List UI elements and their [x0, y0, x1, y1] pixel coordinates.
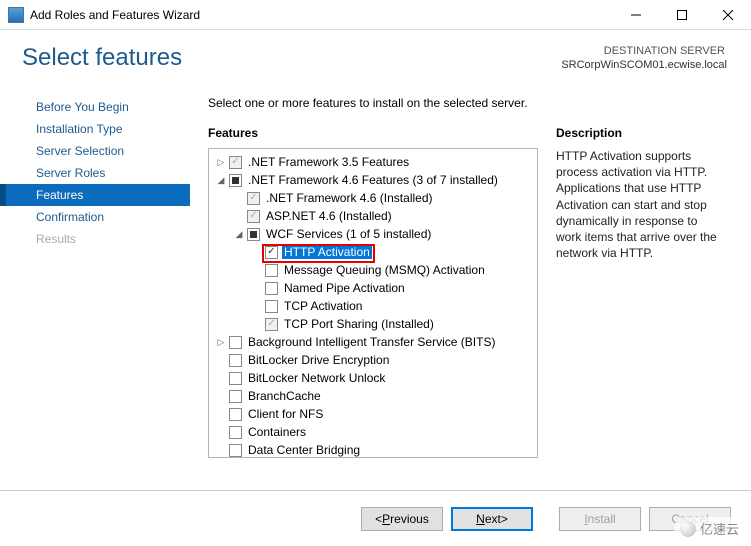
app-icon — [8, 7, 24, 23]
nav-item-results: Results — [0, 228, 190, 250]
feature-label[interactable]: Containers — [246, 425, 308, 439]
feature-label[interactable]: TCP Activation — [282, 299, 364, 313]
tree-node[interactable]: ASP.NET 4.6 (Installed) — [215, 207, 533, 225]
nav-item-features[interactable]: Features — [0, 184, 190, 206]
feature-label[interactable]: BitLocker Network Unlock — [246, 371, 387, 385]
feature-checkbox[interactable] — [265, 246, 278, 259]
instruction-text: Select one or more features to install o… — [208, 96, 538, 110]
window-title: Add Roles and Features Wizard — [30, 8, 200, 22]
feature-checkbox[interactable] — [265, 282, 278, 295]
feature-label[interactable]: Message Queuing (MSMQ) Activation — [282, 263, 487, 277]
chevron-down-icon[interactable]: ◢ — [233, 229, 245, 240]
tree-node[interactable]: .NET Framework 4.6 (Installed) — [215, 189, 533, 207]
chevron-down-icon[interactable]: ◢ — [215, 175, 227, 186]
tree-node[interactable]: BitLocker Network Unlock — [215, 369, 533, 387]
feature-checkbox[interactable] — [229, 444, 242, 457]
feature-checkbox[interactable] — [247, 228, 260, 241]
chevron-right-icon[interactable]: ▷ — [215, 157, 227, 168]
tree-node[interactable]: TCP Activation — [215, 297, 533, 315]
minimize-button[interactable] — [613, 0, 659, 30]
tree-node[interactable]: Client for NFS — [215, 405, 533, 423]
features-heading: Features — [208, 126, 538, 140]
tree-node[interactable]: Containers — [215, 423, 533, 441]
feature-checkbox[interactable] — [265, 264, 278, 277]
tree-node[interactable]: HTTP Activation — [215, 243, 533, 261]
wizard-header: Select features DESTINATION SERVER SRCor… — [0, 30, 751, 86]
feature-checkbox[interactable] — [247, 210, 260, 223]
feature-checkbox[interactable] — [229, 336, 242, 349]
chevron-right-icon[interactable]: ▷ — [215, 337, 227, 348]
tree-node[interactable]: Named Pipe Activation — [215, 279, 533, 297]
tree-node[interactable]: ◢ WCF Services (1 of 5 installed) — [215, 225, 533, 243]
description-heading: Description — [556, 126, 726, 140]
destination-info: DESTINATION SERVER SRCorpWinSCOM01.ecwis… — [561, 44, 727, 73]
feature-label[interactable]: .NET Framework 4.6 (Installed) — [264, 191, 435, 205]
tree-node[interactable]: ◢ .NET Framework 4.6 Features (3 of 7 ins… — [215, 171, 533, 189]
features-tree[interactable]: ▷ .NET Framework 3.5 Features ◢ .NET Framew… — [208, 148, 538, 458]
titlebar: Add Roles and Features Wizard — [0, 0, 751, 30]
feature-checkbox[interactable] — [229, 354, 242, 367]
feature-label[interactable]: .NET Framework 4.6 Features (3 of 7 inst… — [246, 173, 500, 187]
previous-button[interactable]: < Previous — [361, 507, 443, 531]
nav-item-installation-type[interactable]: Installation Type — [0, 118, 190, 140]
feature-label[interactable]: HTTP Activation — [282, 245, 372, 259]
feature-checkbox[interactable] — [229, 426, 242, 439]
feature-label[interactable]: Background Intelligent Transfer Service … — [246, 335, 497, 349]
feature-checkbox[interactable] — [247, 192, 260, 205]
feature-checkbox[interactable] — [229, 372, 242, 385]
feature-label[interactable]: Named Pipe Activation — [282, 281, 407, 295]
wizard-nav: Before You BeginInstallation TypeServer … — [0, 86, 190, 490]
tree-node[interactable]: BranchCache — [215, 387, 533, 405]
feature-label[interactable]: ASP.NET 4.6 (Installed) — [264, 209, 394, 223]
watermark: 亿速云 — [674, 517, 745, 540]
feature-label[interactable]: TCP Port Sharing (Installed) — [282, 317, 436, 331]
feature-label[interactable]: BranchCache — [246, 389, 323, 403]
next-button[interactable]: Next > — [451, 507, 533, 531]
nav-item-before-you-begin[interactable]: Before You Begin — [0, 96, 190, 118]
tree-node[interactable]: Message Queuing (MSMQ) Activation — [215, 261, 533, 279]
destination-label: DESTINATION SERVER — [561, 44, 727, 58]
feature-checkbox[interactable] — [229, 174, 242, 187]
destination-server: SRCorpWinSCOM01.ecwise.local — [561, 58, 727, 72]
feature-checkbox[interactable] — [265, 318, 278, 331]
page-title: Select features — [22, 44, 182, 72]
wizard-footer: < Previous Next > Install Cancel — [0, 490, 751, 546]
close-button[interactable] — [705, 0, 751, 30]
nav-item-confirmation[interactable]: Confirmation — [0, 206, 190, 228]
feature-label[interactable]: WCF Services (1 of 5 installed) — [264, 227, 433, 241]
tree-node[interactable]: TCP Port Sharing (Installed) — [215, 315, 533, 333]
tree-node[interactable]: ▷ .NET Framework 3.5 Features — [215, 153, 533, 171]
feature-checkbox[interactable] — [229, 408, 242, 421]
feature-label[interactable]: .NET Framework 3.5 Features — [246, 155, 411, 169]
tree-node[interactable]: ▷ Background Intelligent Transfer Service… — [215, 333, 533, 351]
feature-checkbox[interactable] — [265, 300, 278, 313]
install-button: Install — [559, 507, 641, 531]
tree-node[interactable]: Data Center Bridging — [215, 441, 533, 458]
feature-checkbox[interactable] — [229, 390, 242, 403]
tree-node[interactable]: BitLocker Drive Encryption — [215, 351, 533, 369]
feature-label[interactable]: BitLocker Drive Encryption — [246, 353, 391, 367]
nav-item-server-roles[interactable]: Server Roles — [0, 162, 190, 184]
maximize-button[interactable] — [659, 0, 705, 30]
feature-label[interactable]: Client for NFS — [246, 407, 325, 421]
feature-label[interactable]: Data Center Bridging — [246, 443, 362, 457]
feature-checkbox[interactable] — [229, 156, 242, 169]
nav-item-server-selection[interactable]: Server Selection — [0, 140, 190, 162]
description-body: HTTP Activation supports process activat… — [556, 148, 726, 261]
